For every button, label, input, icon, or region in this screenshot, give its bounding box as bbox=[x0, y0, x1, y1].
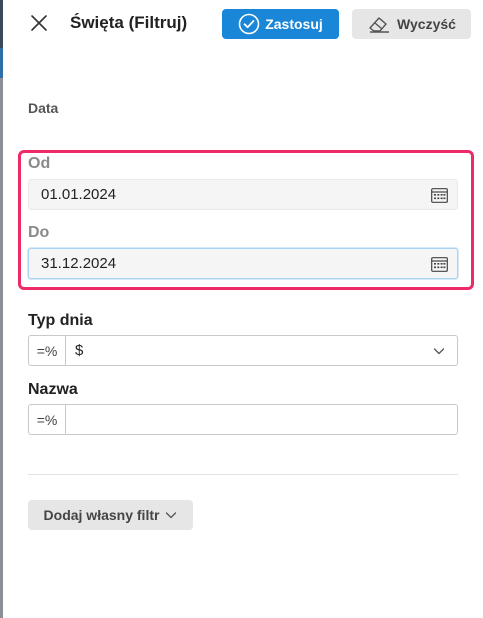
apply-button-label: Zastosuj bbox=[265, 16, 323, 32]
left-window-edge bbox=[0, 0, 3, 618]
name-input[interactable]: =% bbox=[28, 404, 458, 435]
apply-button[interactable]: Zastosuj bbox=[222, 9, 339, 39]
day-type-value: $ bbox=[75, 342, 84, 359]
name-label: Nazwa bbox=[28, 381, 78, 398]
check-circle-icon bbox=[238, 13, 260, 35]
date-to-label: Do bbox=[28, 224, 50, 241]
add-custom-filter-button[interactable]: Dodaj własny filtr bbox=[28, 500, 193, 530]
date-from-label: Od bbox=[28, 155, 51, 172]
chevron-down-icon[interactable] bbox=[433, 345, 445, 357]
add-custom-filter-label: Dodaj własny filtr bbox=[43, 507, 160, 523]
calendar-icon[interactable] bbox=[431, 256, 448, 272]
section-label-date: Data bbox=[28, 100, 59, 116]
dialog-title: Święta (Filtruj) bbox=[70, 13, 188, 32]
eraser-icon bbox=[369, 17, 390, 33]
date-from-value: 01.01.2024 bbox=[41, 186, 117, 203]
divider bbox=[28, 474, 458, 475]
day-type-operator-button[interactable]: =% bbox=[29, 336, 66, 365]
date-from-input[interactable]: 01.01.2024 bbox=[28, 179, 458, 210]
day-type-select[interactable]: =% $ bbox=[28, 335, 458, 366]
dialog-header: Święta (Filtruj) Zastosuj Wyczyść bbox=[0, 0, 483, 48]
clear-button-label: Wyczyść bbox=[397, 16, 456, 32]
calendar-icon[interactable] bbox=[431, 187, 448, 203]
name-operator-button[interactable]: =% bbox=[29, 405, 66, 434]
clear-button[interactable]: Wyczyść bbox=[352, 9, 471, 39]
chevron-down-icon bbox=[166, 512, 177, 519]
date-to-value: 31.12.2024 bbox=[41, 255, 117, 272]
day-type-label: Typ dnia bbox=[28, 312, 93, 329]
close-icon[interactable] bbox=[28, 12, 50, 34]
date-to-input[interactable]: 31.12.2024 bbox=[28, 248, 458, 279]
